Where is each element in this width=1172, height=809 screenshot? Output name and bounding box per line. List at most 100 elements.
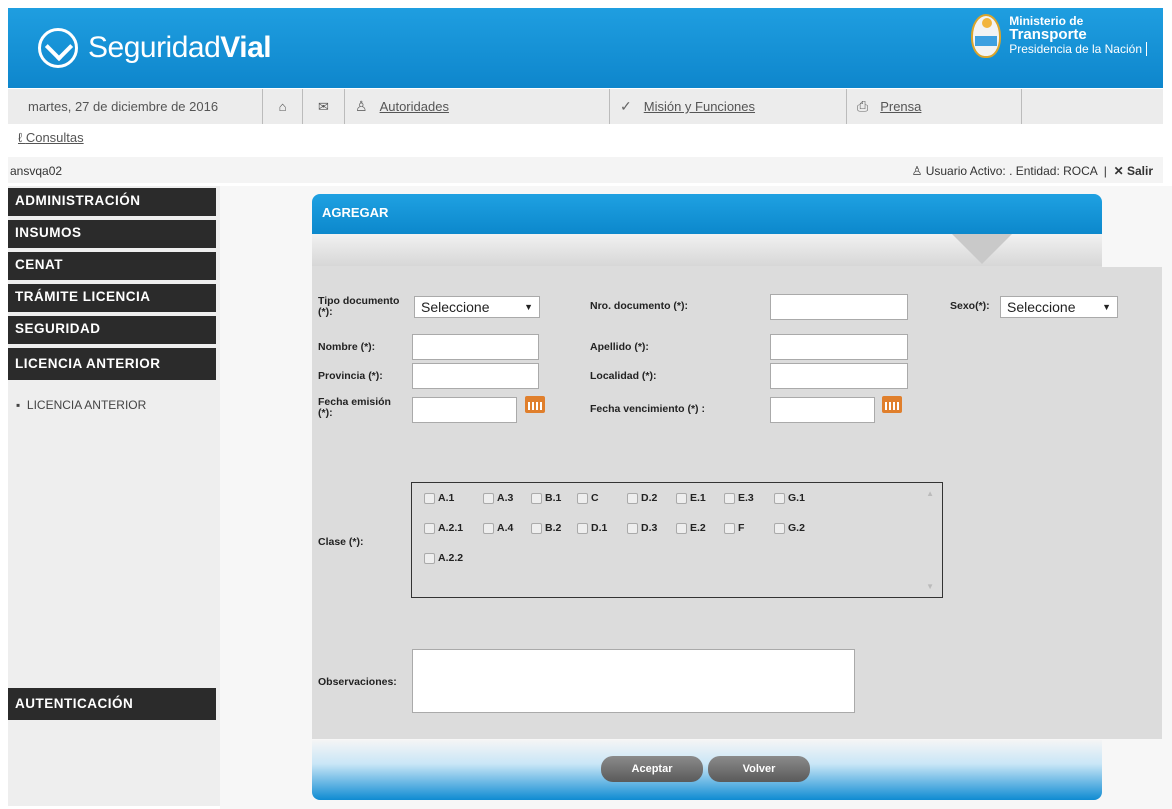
clase-checkbox[interactable]: A.2.2 [424,552,463,564]
clase-checkbox[interactable]: D.1 [577,522,607,534]
clase-option-label: B.1 [545,492,562,504]
localidad-input[interactable] [770,363,908,389]
seguridad-vial-logo[interactable]: SeguridadVial [38,28,272,68]
clase-checkbox[interactable]: A.3 [483,492,513,504]
clase-option-label: F [738,522,745,534]
nav-autoridades[interactable]: ♙ Autoridades [345,89,610,124]
checkbox-box[interactable] [531,492,542,504]
checkbox-box[interactable] [577,522,588,534]
sidebar-item-insumos[interactable]: INSUMOS [8,220,216,248]
clase-option-label: A.1 [438,492,455,504]
clase-checkbox[interactable]: E.1 [676,492,706,504]
clase-checkbox[interactable]: D.3 [627,522,657,534]
camera-icon: ⎙ [857,98,869,114]
top-navigation: martes, 27 de diciembre de 2016 ⌂ ✉ ♙ Au… [8,89,1163,124]
sidebar-subitem-licencia-anterior[interactable]: ▪ LICENCIA ANTERIOR [16,398,146,412]
calendar-icon[interactable] [525,396,545,413]
coat-of-arms-icon [971,14,1002,58]
nombre-label: Nombre (*): [318,341,376,353]
user-icon: ♙ [911,164,923,178]
clase-checkbox[interactable]: A.2.1 [424,522,463,534]
dropdown-arrow-icon: ▼ [1102,302,1111,312]
observaciones-textarea[interactable] [412,649,855,713]
nro-documento-input[interactable] [770,294,908,320]
clase-option-label: A.4 [497,522,514,534]
sidebar-item-administracion[interactable]: ADMINISTRACIÓN [8,188,216,216]
clase-checkbox[interactable]: E.2 [676,522,706,534]
checkbox-box[interactable] [531,522,542,534]
clase-checkbox[interactable]: G.1 [774,492,805,504]
clase-checkbox[interactable]: D.2 [627,492,657,504]
logout-link[interactable]: ✕ Salir [1114,164,1153,178]
clase-option-label: E.2 [690,522,706,534]
checkbox-box[interactable] [424,522,435,534]
calendar-icon[interactable] [882,396,902,413]
checkbox-box[interactable] [483,492,494,504]
clase-checkbox[interactable]: C [577,492,599,504]
clase-option-label: D.2 [641,492,658,504]
provincia-input[interactable] [412,363,539,389]
checkbox-box[interactable] [774,522,785,534]
clase-option-label: E.1 [690,492,706,504]
nombre-input[interactable] [412,334,539,360]
clase-option-label: A.3 [497,492,514,504]
nav-consultas[interactable]: ℓ Consultas [18,130,84,145]
site-header: SeguridadVial Ministerio de Transporte P… [8,8,1163,88]
fecha-emision-input[interactable] [412,397,517,423]
sidebar-item-tramite-licencia[interactable]: TRÁMITE LICENCIA [8,284,216,312]
username: ansvqa02 [10,164,63,178]
clase-checkbox[interactable]: F [724,522,744,534]
localidad-label: Localidad (*): [590,370,657,382]
scroll-up-icon[interactable]: ▲ [926,489,934,498]
apellido-input[interactable] [770,334,908,360]
current-date: martes, 27 de diciembre de 2016 [8,89,263,124]
apellido-label: Apellido (*): [590,341,649,353]
ministry-line3: Presidencia de la Nación [1009,42,1147,56]
fecha-vencimiento-input[interactable] [770,397,875,423]
sidebar-item-seguridad[interactable]: SEGURIDAD [8,316,216,344]
clase-checkbox[interactable]: B.2 [531,522,561,534]
sexo-select[interactable]: Seleccione ▼ [1000,296,1118,318]
volver-button[interactable]: Volver [708,756,810,782]
clase-checkbox[interactable]: A.4 [483,522,513,534]
fecha-emision-label: Fecha emisión (*): [318,396,391,419]
checkbox-box[interactable] [483,522,494,534]
checkbox-box[interactable] [627,492,638,504]
clase-option-label: B.2 [545,522,562,534]
sidebar-item-cenat[interactable]: CENAT [8,252,216,280]
user-status: Usuario Activo: . Entidad: ROCA [925,164,1098,178]
aceptar-button[interactable]: Aceptar [601,756,703,782]
checkbox-box[interactable] [676,492,687,504]
user-bar: ansvqa02 ♙ Usuario Activo: . Entidad: RO… [8,157,1163,183]
checkbox-box[interactable] [724,522,735,534]
checkbox-box[interactable] [774,492,785,504]
scroll-down-icon[interactable]: ▼ [926,582,934,591]
checkbox-box[interactable] [676,522,687,534]
checkbox-box[interactable] [577,492,588,504]
checkbox-box[interactable] [424,492,435,504]
dropdown-arrow-icon: ▼ [524,302,533,312]
clase-checkbox[interactable]: A.1 [424,492,454,504]
clase-checkbox[interactable]: E.3 [724,492,754,504]
sidebar-item-autenticacion[interactable]: AUTENTICACIÓN [8,688,216,720]
clase-checkbox[interactable]: G.2 [774,522,805,534]
clase-option-label: A.2.2 [438,552,464,564]
provincia-label: Provincia (*): [318,370,383,382]
nav-prensa[interactable]: ⎙ Prensa [847,89,1022,124]
observaciones-label: Observaciones: [318,676,397,688]
checkbox-box[interactable] [424,552,435,564]
clase-option-label: G.2 [788,522,805,534]
checkbox-box[interactable] [627,522,638,534]
clase-checkbox[interactable]: B.1 [531,492,561,504]
home-icon[interactable]: ⌂ [263,89,303,124]
nro-documento-label: Nro. documento (*): [590,300,688,312]
sidebar-item-licencia-anterior[interactable]: LICENCIA ANTERIOR [8,348,216,380]
mail-icon[interactable]: ✉ [303,89,345,124]
nav-mision[interactable]: ✓ Misión y Funciones [610,89,847,124]
tipo-documento-label: Tipo documento (*): [318,295,400,318]
tipo-documento-select[interactable]: Seleccione ▼ [414,296,540,318]
ministry-logo[interactable]: Ministerio de Transporte Presidencia de … [971,14,1147,58]
logo-check-icon [38,28,78,68]
clase-option-label: D.1 [591,522,608,534]
checkbox-box[interactable] [724,492,735,504]
